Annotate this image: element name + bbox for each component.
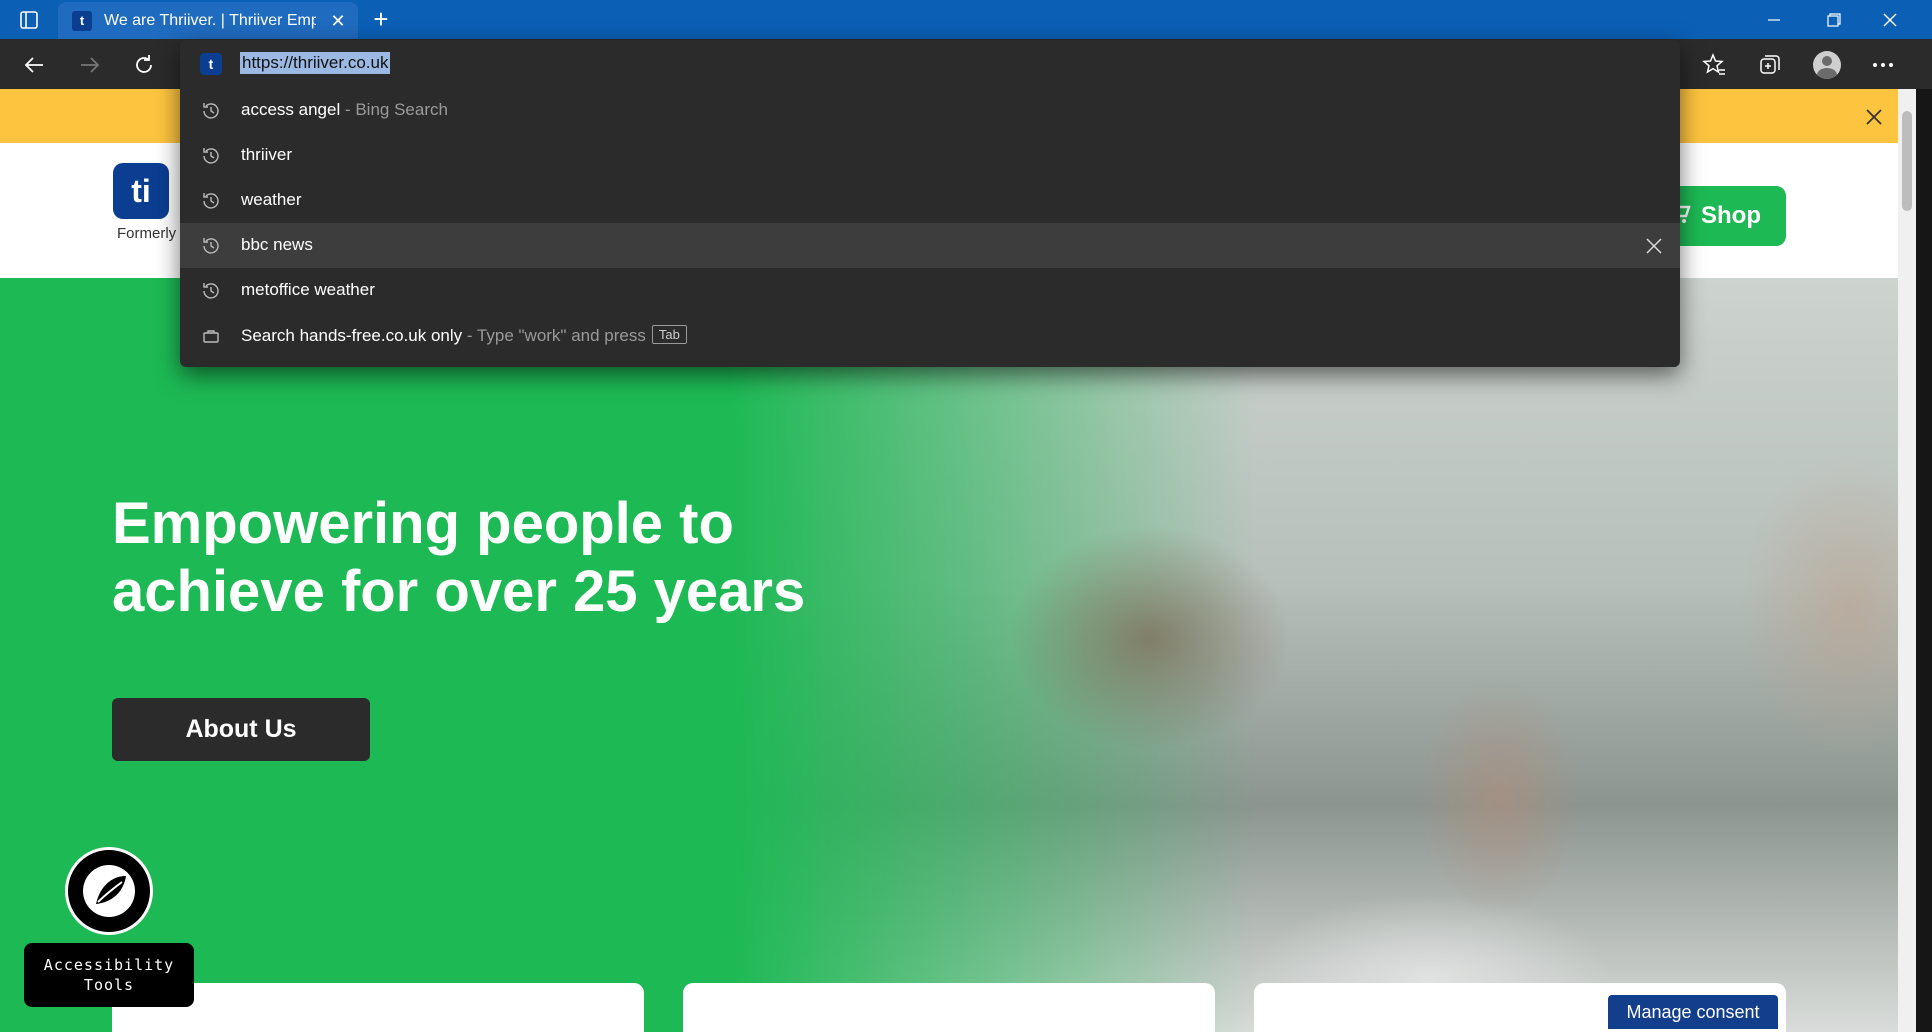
suggestion-text: Search hands-free.co.uk only (241, 326, 463, 345)
browser-tab[interactable]: t We are Thriiver. | Thriiver Employ ✕ (58, 2, 358, 39)
screen-edge (1916, 89, 1932, 1032)
thriiver-favicon-icon: t (200, 53, 222, 75)
history-icon (200, 190, 222, 212)
suggestion-item[interactable]: thriiver (180, 133, 1680, 178)
suggestion-item[interactable]: weather (180, 178, 1680, 223)
banner-close-icon[interactable] (1860, 103, 1888, 131)
back-arrow-icon[interactable] (16, 47, 52, 83)
suggestion-item[interactable]: metoffice weather (180, 268, 1680, 313)
feature-card (683, 983, 1215, 1032)
tab-key-badge: Tab (651, 325, 687, 344)
about-us-button[interactable]: About Us (112, 698, 370, 761)
history-icon (200, 145, 222, 167)
suggestion-text: bbc news (241, 235, 313, 254)
new-tab-icon[interactable]: + (366, 4, 396, 34)
thriiver-favicon-icon: t (72, 11, 92, 31)
manage-consent-button[interactable]: Manage consent (1608, 995, 1778, 1029)
restore-icon[interactable] (1806, 0, 1862, 39)
hero-heading: Empowering people to achieve for over 25… (112, 491, 806, 624)
window-close-icon[interactable] (1862, 0, 1918, 39)
history-icon (200, 280, 222, 302)
address-input[interactable]: t https://thriiver.co.uk (180, 40, 1680, 88)
collections-icon[interactable] (1752, 47, 1788, 83)
suggestion-text: metoffice weather (241, 280, 375, 299)
address-bar-dropdown: t https://thriiver.co.uk access angel - … (180, 40, 1680, 367)
page-scrollbar[interactable] (1898, 89, 1916, 1032)
tab-title: We are Thriiver. | Thriiver Employ (104, 12, 316, 29)
tab-actions-icon[interactable] (14, 8, 44, 32)
favorites-star-icon[interactable] (1696, 47, 1732, 83)
hero-section: Empowering people to achieve for over 25… (0, 278, 1898, 1032)
shop-label: Shop (1701, 202, 1761, 229)
forward-arrow-icon[interactable] (72, 47, 108, 83)
minimize-icon[interactable] (1746, 0, 1802, 39)
address-url-text[interactable]: https://thriiver.co.uk (240, 52, 391, 74)
suggestion-subtext: - Type "work" and press (462, 326, 646, 345)
remove-suggestion-icon[interactable] (1642, 234, 1666, 258)
suggestion-item[interactable]: bbc news (180, 223, 1680, 268)
thriiver-logo[interactable]: ti (113, 163, 169, 219)
suggestion-item[interactable]: access angel - Bing Search (180, 88, 1680, 133)
more-dots-icon[interactable] (1865, 47, 1901, 83)
suggestion-text: access angel (241, 100, 341, 119)
suggestion-item[interactable]: Search hands-free.co.uk only - Type "wor… (180, 313, 1680, 358)
accessibility-leaf-icon[interactable] (65, 847, 153, 935)
history-icon (200, 100, 222, 122)
suggestion-text: weather (241, 190, 302, 209)
suggestion-subtext: - Bing Search (340, 100, 448, 119)
briefcase-icon (200, 325, 222, 347)
tab-close-icon[interactable]: ✕ (326, 9, 350, 33)
hero-team-photo (730, 278, 1898, 1032)
history-icon (200, 235, 222, 257)
title-bar: t We are Thriiver. | Thriiver Employ ✕ + (0, 0, 1932, 39)
scrollbar-thumb[interactable] (1902, 111, 1912, 211)
logo-subtitle: Formerly (117, 225, 177, 242)
suggestion-text: thriiver (241, 145, 293, 164)
profile-avatar-icon[interactable] (1809, 47, 1845, 83)
accessibility-tools-button[interactable]: Accessibility Tools (24, 943, 194, 1007)
refresh-icon[interactable] (126, 47, 162, 83)
